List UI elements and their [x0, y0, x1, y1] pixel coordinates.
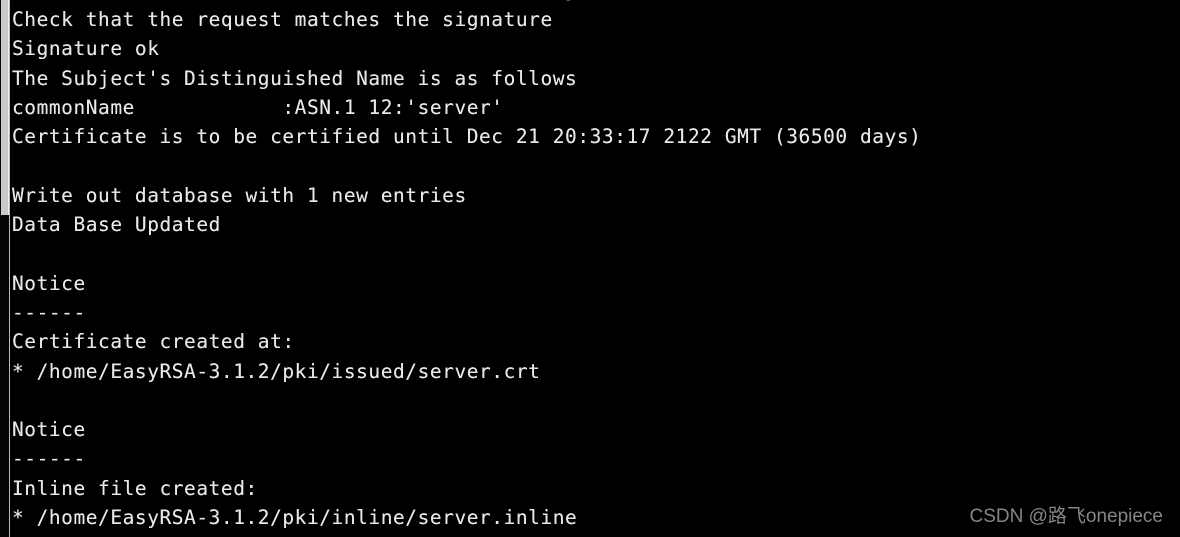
terminal-line: Inline file created: — [12, 476, 258, 500]
terminal-line: Certificate created at: — [12, 330, 295, 354]
terminal-window: y Check that the request matches the sig… — [0, 0, 1180, 537]
terminal-line: commonName :ASN.1 12:'server' — [12, 95, 504, 119]
terminal-output[interactable]: Check that the request matches the signa… — [12, 5, 1172, 532]
scrollbar-track[interactable] — [0, 215, 9, 537]
vertical-scrollbar[interactable] — [0, 0, 9, 537]
terminal-line: ------ — [12, 300, 86, 324]
terminal-line: Notice — [12, 271, 86, 295]
terminal-line: * /home/EasyRSA-3.1.2/pki/issued/server.… — [12, 359, 541, 383]
terminal-line: The Subject's Distinguished Name is as f… — [12, 66, 578, 90]
terminal-line: Signature ok — [12, 37, 160, 61]
terminal-line: Check that the request matches the signa… — [12, 8, 553, 31]
scrollbar-thumb[interactable] — [1, 0, 9, 215]
terminal-line: Data Base Updated — [12, 213, 221, 237]
scrollbar-divider — [9, 0, 10, 537]
terminal-line: ------ — [12, 447, 86, 471]
terminal-line: Write out database with 1 new entries — [12, 183, 467, 207]
terminal-line: Certificate is to be certified until Dec… — [12, 125, 922, 149]
csdn-watermark: CSDN @路飞onepiece — [969, 506, 1163, 527]
terminal-line: Notice — [12, 418, 86, 442]
